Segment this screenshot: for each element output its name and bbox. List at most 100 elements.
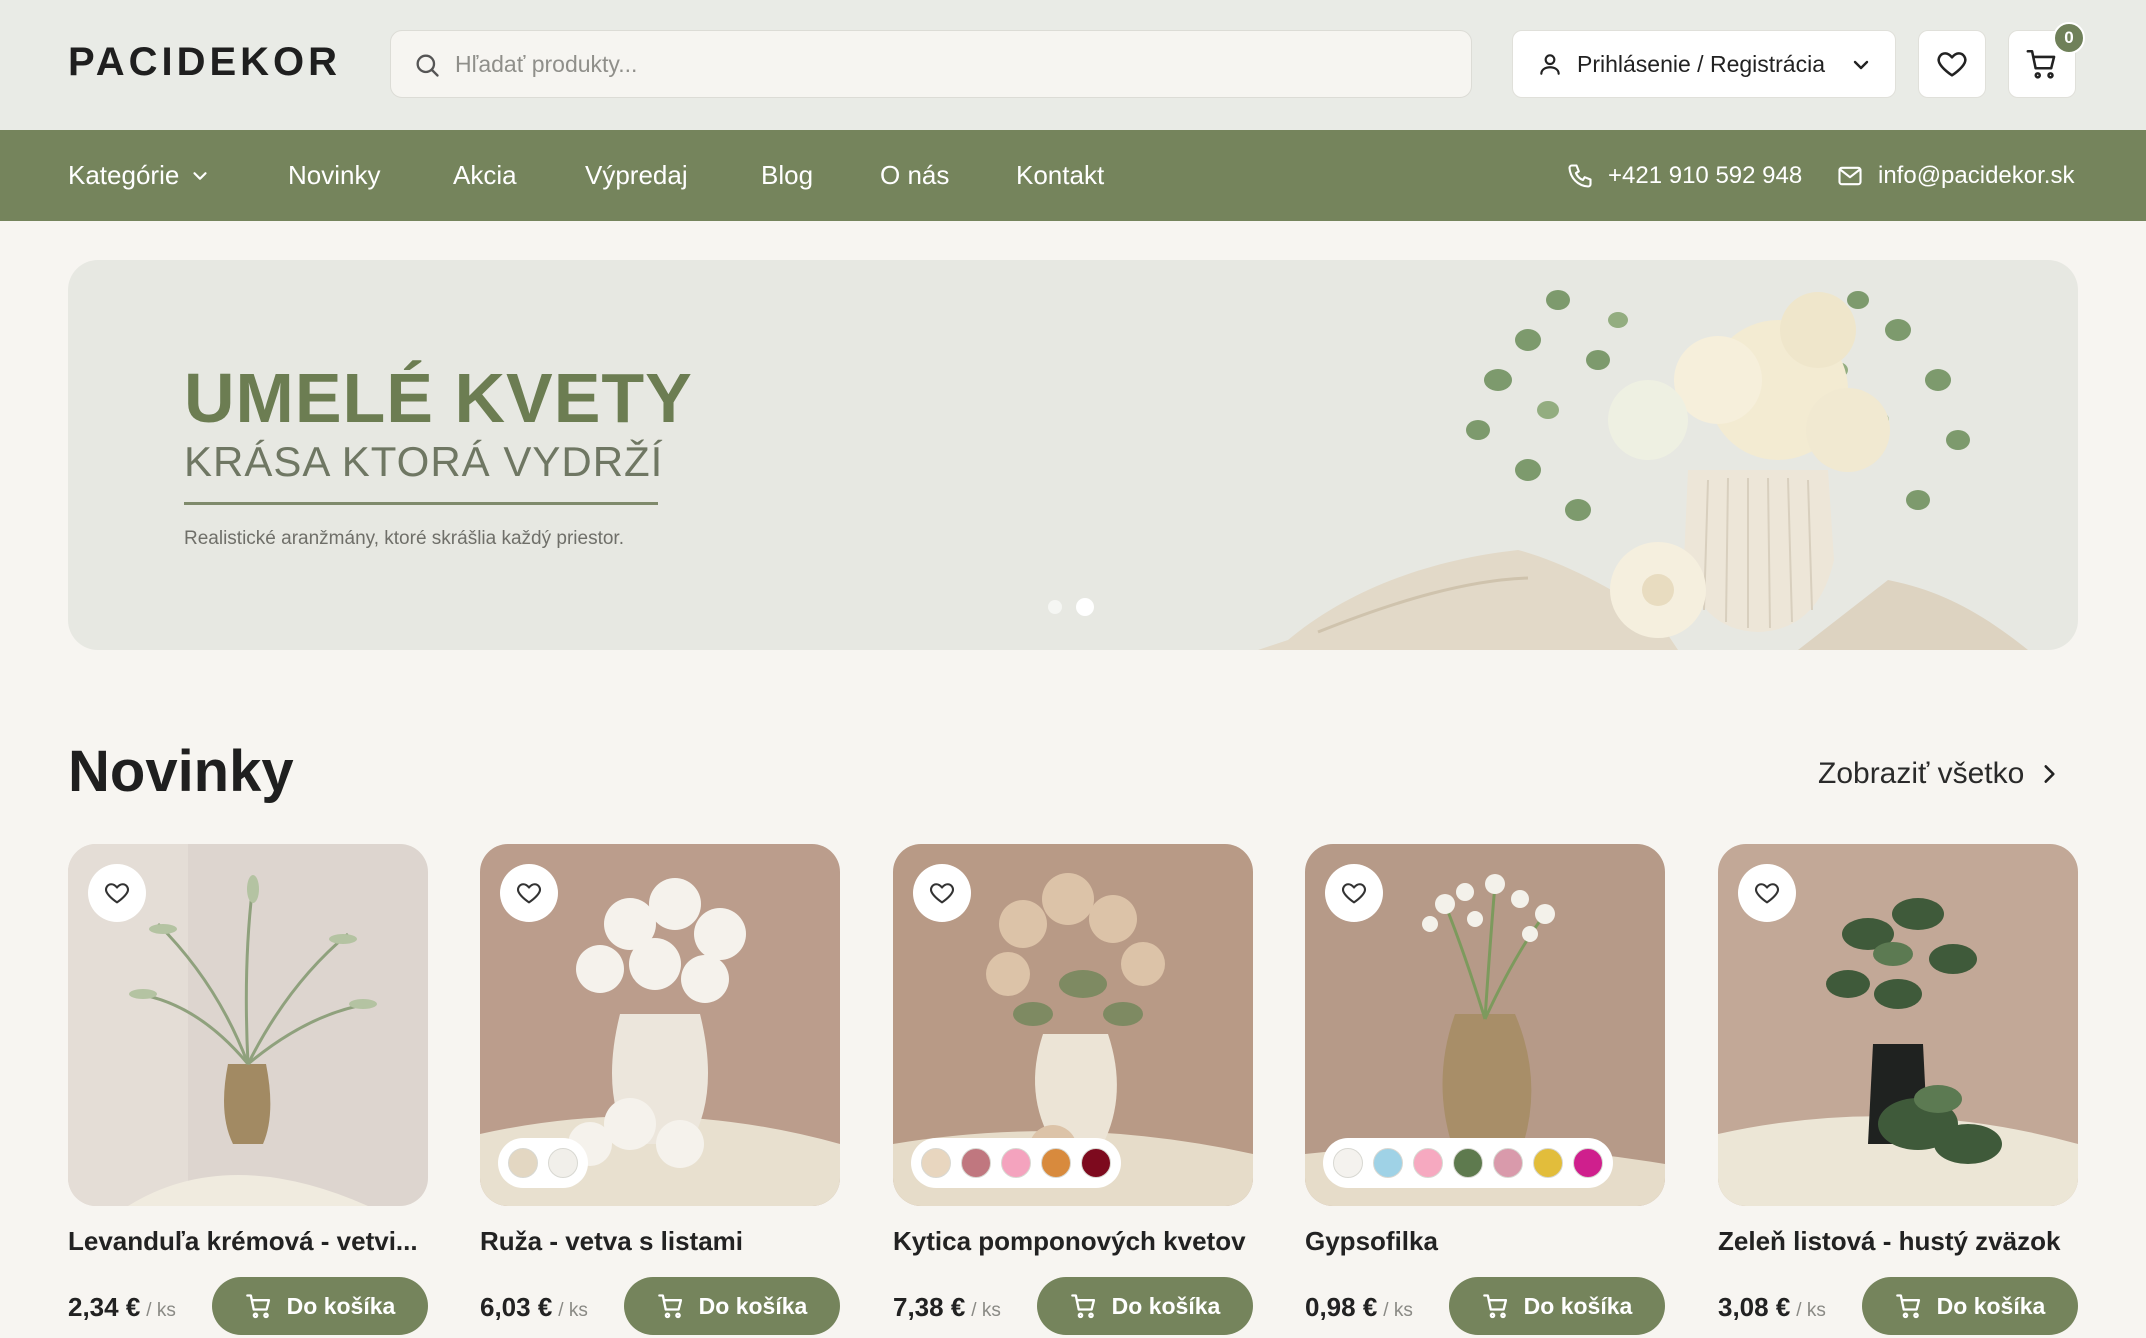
add-to-wishlist-button[interactable] [913,864,971,922]
see-all-link[interactable]: Zobraziť všetko [1818,754,2062,794]
add-to-cart-label: Do košíka [1523,1292,1633,1319]
add-to-cart-label: Do košíka [698,1292,808,1319]
heart-icon [1937,52,1967,77]
cart-icon [245,1294,270,1319]
product-name[interactable]: Kytica pomponových kvetov [893,1226,1253,1257]
section-title: Novinky [68,739,294,804]
color-swatch[interactable] [1373,1148,1403,1178]
color-swatch[interactable] [961,1148,991,1178]
add-to-wishlist-button[interactable] [1325,864,1383,922]
cart-icon [2026,49,2056,79]
search-bar[interactable] [390,30,1472,98]
heart-icon [930,883,954,904]
nav-categories-label: Kategórie [68,160,180,190]
add-to-cart-label: Do košíka [1111,1292,1221,1319]
cart-icon [1482,1294,1507,1319]
product-name[interactable]: Gypsofilka [1305,1226,1665,1257]
heart-icon [1342,883,1366,904]
search-input[interactable] [455,31,1435,97]
product-name[interactable]: Zeleň listová - hustý zväzok [1718,1226,2078,1257]
color-swatch[interactable] [1533,1148,1563,1178]
color-swatches [1323,1138,1613,1188]
add-to-wishlist-button[interactable] [1738,864,1796,922]
product-name[interactable]: Ruža - vetva s listami [480,1226,840,1257]
product-card[interactable]: Gypsofilka 0,98 € / ks Do košíka [1305,844,1665,1338]
product-card[interactable]: Ruža - vetva s listami 6,03 € / ks Do koš… [480,844,840,1338]
search-icon [416,54,439,77]
color-swatch[interactable] [1333,1148,1363,1178]
nav-categories[interactable]: Kategórie [68,130,211,221]
add-to-cart-label: Do košíka [1936,1292,2046,1319]
main-nav: Kategórie Novinky Akcia Výpredaj Blog O … [0,130,2146,221]
add-to-wishlist-button[interactable] [88,864,146,922]
add-to-cart-button[interactable]: Do košíka [624,1277,840,1335]
color-swatch[interactable] [1413,1148,1443,1178]
nav-blog[interactable]: Blog [761,130,813,221]
product-image[interactable] [893,844,1253,1206]
nav-news[interactable]: Novinky [288,130,380,221]
slider-dots [1048,598,1094,616]
email-address: info@pacidekor.sk [1878,161,2075,189]
product-card[interactable]: Levanduľa krémová - vetvi... 2,34 € / ks … [68,844,428,1338]
nav-contact[interactable]: Kontakt [1016,130,1104,221]
color-swatch[interactable] [1001,1148,1031,1178]
product-image[interactable] [68,844,428,1206]
hero-title: UMELÉ KVETY [184,359,693,437]
product-image[interactable] [480,844,840,1206]
add-to-cart-button[interactable]: Do košíka [212,1277,428,1335]
product-price: 6,03 € / ks [480,1292,588,1323]
color-swatch[interactable] [508,1148,538,1178]
nav-clearance[interactable]: Výpredaj [585,130,688,221]
heart-icon [105,883,129,904]
wishlist-button[interactable] [1918,30,1986,98]
price-unit: / ks [1383,1300,1413,1321]
hero-banner[interactable]: UMELÉ KVETY KRÁSA KTORÁ VYDRŽÍ Realistic… [68,260,2078,650]
add-to-cart-button[interactable]: Do košíka [1862,1277,2078,1335]
hero-subtitle: KRÁSA KTORÁ VYDRŽÍ [184,438,664,485]
color-swatch[interactable] [1081,1148,1111,1178]
price-value: 2,34 € [68,1292,141,1322]
slider-dot-2[interactable] [1076,598,1094,616]
color-swatch[interactable] [1453,1148,1483,1178]
product-card[interactable]: Kytica pomponových kvetov 7,38 € / ks Do … [893,844,1253,1338]
price-value: 3,08 € [1718,1292,1791,1322]
nav-sale[interactable]: Akcia [453,130,517,221]
product-image[interactable] [1305,844,1665,1206]
color-swatch[interactable] [1041,1148,1071,1178]
add-to-wishlist-button[interactable] [500,864,558,922]
price-value: 7,38 € [893,1292,966,1322]
hero-description: Realistické aranžmány, ktoré skrášlia ka… [184,528,624,549]
add-to-cart-button[interactable]: Do košíka [1037,1277,1253,1335]
site-logo[interactable]: PACIDEKOR [68,40,341,85]
hero-divider [184,502,658,505]
chevron-down-icon [193,171,207,180]
heart-icon [1755,883,1779,904]
add-to-cart-button[interactable]: Do košíka [1449,1277,1665,1335]
user-icon [1540,54,1560,75]
color-swatch[interactable] [548,1148,578,1178]
product-image[interactable] [1718,844,2078,1206]
phone-link[interactable]: +421 910 592 948 [1566,130,1802,221]
product-card[interactable]: Zeleň listová - hustý zväzok 3,08 € / ks … [1718,844,2078,1338]
heart-icon [517,883,541,904]
color-swatch[interactable] [921,1148,951,1178]
hero-flower-image [1258,290,2028,650]
cart-icon [657,1294,682,1319]
cart-icon [1070,1294,1095,1319]
color-swatch[interactable] [1573,1148,1603,1178]
slider-dot-1[interactable] [1048,600,1062,614]
product-price: 7,38 € / ks [893,1292,1001,1323]
login-register-button[interactable]: Prihlásenie / Registrácia [1512,30,1896,98]
product-name[interactable]: Levanduľa krémová - vetvi... [68,1226,428,1257]
product-price: 2,34 € / ks [68,1292,176,1323]
see-all-label: Zobraziť všetko [1818,757,2025,790]
color-swatch[interactable] [1493,1148,1523,1178]
price-value: 0,98 € [1305,1292,1378,1322]
add-to-cart-label: Do košíka [286,1292,396,1319]
site-header: PACIDEKOR Prihlásenie / Registrácia 0 [0,0,2146,130]
nav-about[interactable]: O nás [880,130,949,221]
email-link[interactable]: info@pacidekor.sk [1836,130,2074,221]
price-unit: / ks [146,1300,176,1321]
cart-icon [1895,1294,1920,1319]
price-unit: / ks [1796,1300,1826,1321]
